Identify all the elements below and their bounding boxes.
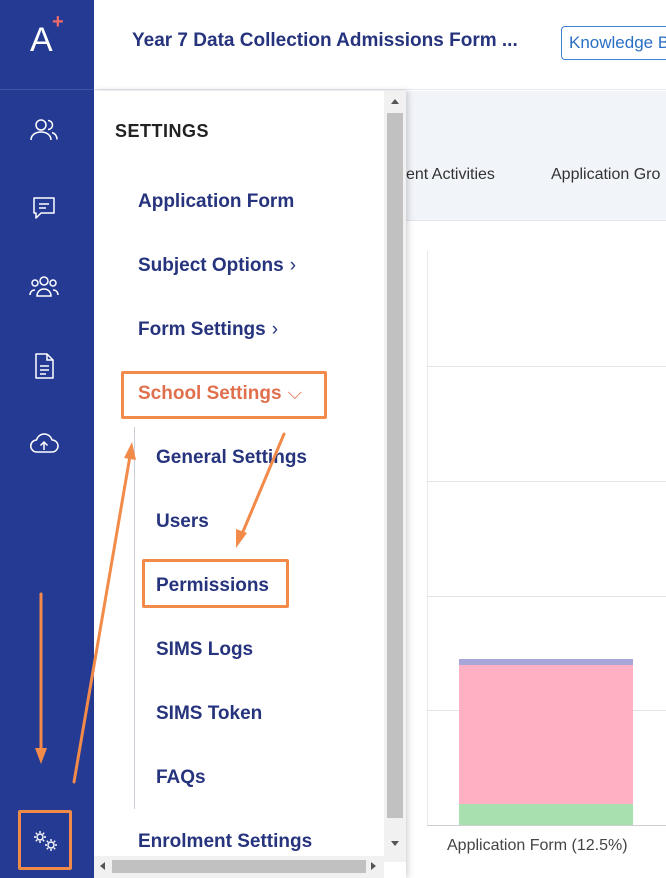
top-header: Year 7 Data Collection Admissions Form .…	[94, 0, 666, 90]
settings-gears-icon	[34, 831, 57, 851]
vertical-scrollbar[interactable]	[384, 91, 406, 862]
tab-recent-activities[interactable]: cent Activities	[398, 166, 495, 184]
submenu-guide-line	[134, 427, 135, 809]
chart-gridline	[427, 366, 666, 367]
permissions-highlight	[142, 559, 289, 608]
settings-heading: SETTINGS	[115, 121, 210, 141]
scrollbar-thumb[interactable]	[112, 860, 366, 873]
chevron-right-icon: ›	[289, 255, 297, 276]
chevron-right-icon: ›	[271, 319, 279, 340]
chart-bar-segment	[459, 665, 633, 804]
scrollbar-thumb[interactable]	[387, 113, 403, 818]
logo-plus: +	[52, 11, 64, 33]
chart-gridline	[427, 596, 666, 597]
menu-item-subject-options[interactable]: Subject Options ›	[138, 255, 296, 277]
menu-item-label: Subject Options	[138, 255, 284, 276]
menu-item-form-settings[interactable]: Form Settings ›	[138, 319, 278, 341]
knowledge-base-button[interactable]: Knowledge B	[561, 26, 666, 60]
settings-dropdown: SETTINGS Application Form Subject Option…	[94, 91, 406, 878]
chart-gridline	[427, 251, 428, 826]
scroll-up-icon[interactable]	[391, 99, 399, 104]
settings-button[interactable]	[18, 810, 72, 870]
scroll-left-icon[interactable]	[100, 862, 105, 870]
cloud-upload-icon[interactable]	[28, 428, 60, 460]
page-title: Year 7 Data Collection Admissions Form .…	[132, 30, 518, 51]
menu-item-application-form[interactable]: Application Form	[138, 191, 294, 213]
submenu-item-faqs[interactable]: FAQs	[156, 767, 206, 789]
group-icon[interactable]	[28, 270, 60, 302]
menu-item-label: Application Form	[138, 191, 295, 212]
submenu-item-users[interactable]: Users	[156, 511, 209, 533]
submenu-item-sims-logs[interactable]: SIMS Logs	[156, 639, 253, 661]
chart-x-axis	[427, 825, 666, 826]
chart-gridline	[427, 481, 666, 482]
message-icon[interactable]	[28, 192, 60, 224]
app-logo[interactable]: A +	[0, 0, 94, 90]
scroll-right-icon[interactable]	[371, 862, 376, 870]
chart-bar-segment	[459, 804, 633, 825]
document-icon[interactable]	[28, 350, 60, 382]
page: A + Year 7 Data Collection Admissions Fo…	[0, 0, 666, 878]
school-settings-highlight	[121, 371, 327, 419]
menu-item-label: Form Settings	[138, 319, 266, 340]
chart-x-tick-label: Application Form (12.5%)	[447, 837, 628, 854]
submenu-item-sims-token[interactable]: SIMS Token	[156, 703, 262, 725]
logo-letter: A	[30, 21, 53, 59]
submenu-item-general-settings[interactable]: General Settings	[156, 447, 307, 469]
menu-item-enrolment-settings[interactable]: Enrolment Settings	[138, 831, 312, 853]
horizontal-scrollbar[interactable]	[94, 856, 384, 878]
left-nav-rail: A +	[0, 0, 94, 878]
scroll-down-icon[interactable]	[391, 841, 399, 846]
users-icon[interactable]	[28, 114, 60, 146]
tab-application-groups[interactable]: Application Gro	[551, 166, 660, 184]
